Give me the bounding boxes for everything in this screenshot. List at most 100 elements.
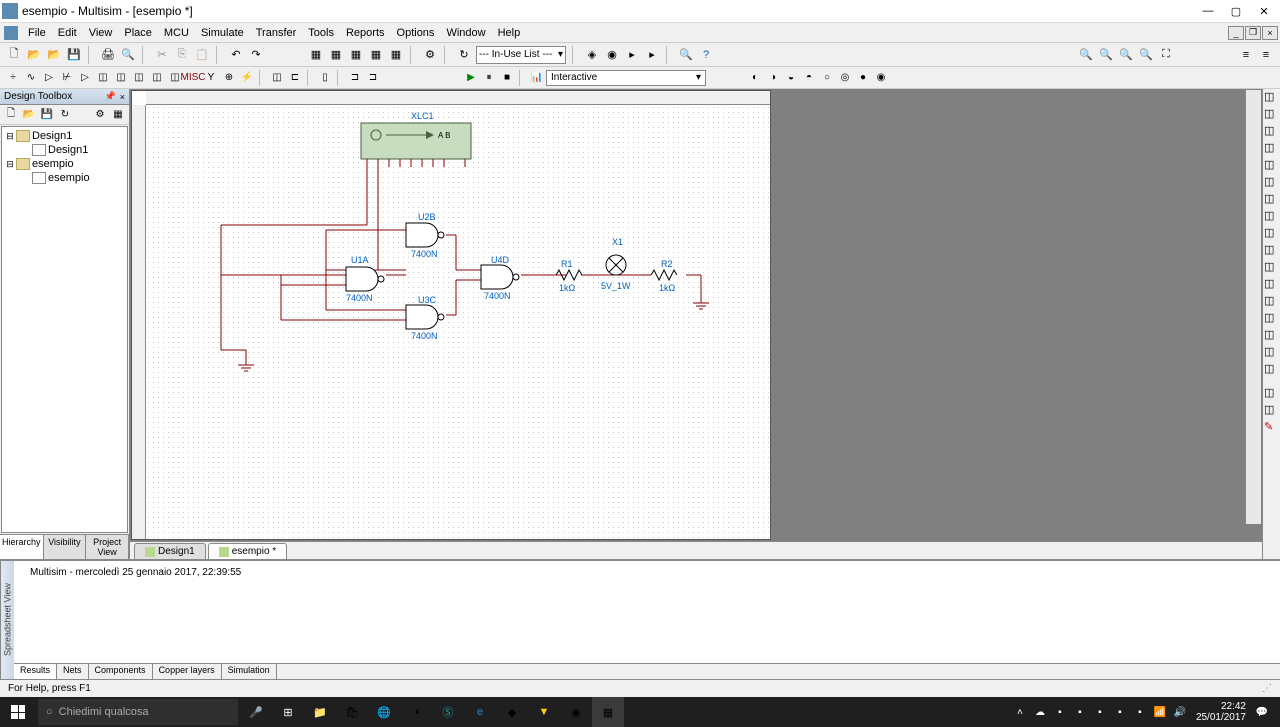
- comp-transistor[interactable]: ⊬: [59, 70, 75, 86]
- sim-t1[interactable]: ◐: [747, 70, 763, 86]
- schematic-canvas[interactable]: XLC1 A B: [146, 105, 770, 539]
- new-button[interactable]: 🗋: [5, 46, 23, 64]
- inst-funcgen[interactable]: ◫: [1264, 107, 1280, 123]
- sstab-components[interactable]: Components: [89, 664, 153, 679]
- canvas-scroll[interactable]: XLC1 A B: [130, 89, 1262, 541]
- inst-wattmeter[interactable]: ◫: [1264, 124, 1280, 140]
- grid2-button[interactable]: ▦: [327, 46, 345, 64]
- tab-visibility[interactable]: Visibility: [44, 535, 87, 559]
- inst-iv[interactable]: ◫: [1264, 260, 1280, 276]
- menu-view[interactable]: View: [83, 25, 119, 41]
- paste-button[interactable]: 📋: [193, 46, 211, 64]
- tb-store[interactable]: 🛍: [336, 697, 368, 727]
- menu-simulate[interactable]: Simulate: [195, 25, 250, 41]
- sstab-copper[interactable]: Copper layers: [153, 664, 222, 679]
- maximize-button[interactable]: ▢: [1222, 1, 1250, 21]
- inst-logic-analyzer[interactable]: ◫: [1264, 226, 1280, 242]
- sim-t8[interactable]: ◉: [873, 70, 889, 86]
- tray-cloud-icon[interactable]: ☁: [1031, 703, 1049, 721]
- toolbox-pin-icon[interactable]: 📌: [105, 91, 116, 102]
- run-button[interactable]: ▶: [463, 70, 479, 86]
- inst-network[interactable]: ◫: [1264, 311, 1280, 327]
- in-use-list-dropdown[interactable]: --- In-Use List ---▾: [476, 46, 566, 64]
- taskbar-search[interactable]: ○ Chiedimi qualcosa: [38, 699, 238, 725]
- grid3-button[interactable]: ▦: [347, 46, 365, 64]
- tab-project-view[interactable]: Project View: [86, 535, 129, 559]
- tb-new[interactable]: 🗋: [3, 107, 19, 123]
- spreadsheet-sidebar[interactable]: Spreadsheet View: [0, 561, 14, 679]
- junction-button[interactable]: ⊐: [365, 70, 381, 86]
- u1a-gate[interactable]: [346, 267, 378, 291]
- toolbox-close-icon[interactable]: ×: [120, 92, 125, 102]
- redo-button[interactable]: ↷: [247, 46, 265, 64]
- xlc1-body[interactable]: [361, 123, 471, 159]
- sim-mode-dropdown[interactable]: Interactive▾: [546, 70, 706, 86]
- grid5-button[interactable]: ▦: [387, 46, 405, 64]
- sstab-nets[interactable]: Nets: [57, 664, 89, 679]
- menu-transfer[interactable]: Transfer: [250, 25, 303, 41]
- undo-button[interactable]: ↶: [227, 46, 245, 64]
- comp-mcu[interactable]: ▯: [317, 70, 333, 86]
- grid-button[interactable]: ▦: [307, 46, 325, 64]
- open-button[interactable]: 📂: [25, 46, 43, 64]
- tb-prop[interactable]: ⚙: [92, 107, 108, 123]
- start-button[interactable]: [0, 697, 36, 727]
- u4d-gate[interactable]: [481, 265, 513, 289]
- tab-esempio[interactable]: esempio *: [208, 543, 287, 559]
- taskbar-mic-icon[interactable]: 🎤: [240, 697, 272, 727]
- inst-logic-conv[interactable]: ◫: [1264, 243, 1280, 259]
- comp-ni[interactable]: ◫: [269, 70, 285, 86]
- list2-button[interactable]: ≡: [1257, 46, 1275, 64]
- comp-basic[interactable]: ∿: [23, 70, 39, 86]
- u2b-gate[interactable]: [406, 223, 438, 247]
- inst-wordgen[interactable]: ◫: [1264, 209, 1280, 225]
- menu-mcu[interactable]: MCU: [158, 25, 195, 41]
- inst-agilent1[interactable]: ◫: [1264, 328, 1280, 344]
- open2-button[interactable]: 📂: [45, 46, 63, 64]
- resize-grip[interactable]: ⋰: [1232, 683, 1272, 694]
- zoom-find-button[interactable]: 🔍: [677, 46, 695, 64]
- comp-diode[interactable]: ▷: [41, 70, 57, 86]
- sstab-simulation[interactable]: Simulation: [222, 664, 277, 679]
- comp-mixed[interactable]: ◫: [149, 70, 165, 86]
- comp-conn[interactable]: ⊏: [287, 70, 303, 86]
- mdi-minimize[interactable]: _: [1228, 26, 1244, 40]
- tab-hierarchy[interactable]: Hierarchy: [0, 535, 44, 559]
- cut-button[interactable]: ✂: [153, 46, 171, 64]
- tray-network-icon[interactable]: 📶: [1151, 703, 1169, 721]
- tb-multisim[interactable]: ▦: [592, 697, 624, 727]
- stop-button[interactable]: ■: [499, 70, 515, 86]
- menu-reports[interactable]: Reports: [340, 25, 391, 41]
- tree-child-design1[interactable]: Design1: [4, 143, 125, 157]
- tb-prop2[interactable]: ▦: [110, 107, 126, 123]
- sim-t4[interactable]: ◓: [801, 70, 817, 86]
- tray-i5[interactable]: ▪: [1131, 703, 1149, 721]
- schematic-pane[interactable]: XLC1 A B: [131, 90, 771, 540]
- interactive-icon[interactable]: 📊: [529, 70, 545, 86]
- comp-misc[interactable]: ◫: [131, 70, 147, 86]
- comp-em[interactable]: ⊕: [221, 70, 237, 86]
- inst-probe[interactable]: ✎: [1264, 420, 1280, 436]
- mdi-restore[interactable]: ❐: [1245, 26, 1261, 40]
- r2-body[interactable]: [651, 270, 677, 280]
- inst-multimeter[interactable]: ◫: [1264, 90, 1280, 106]
- sim-t5[interactable]: ○: [819, 70, 835, 86]
- tray-i4[interactable]: ▪: [1111, 703, 1129, 721]
- inst-4ch[interactable]: ◫: [1264, 158, 1280, 174]
- tb-save[interactable]: 💾: [39, 107, 55, 123]
- inst-tek[interactable]: ◫: [1264, 362, 1280, 378]
- tool-c[interactable]: ▸: [623, 46, 641, 64]
- menu-file[interactable]: File: [22, 25, 52, 41]
- tb-chrome[interactable]: 🌐: [368, 697, 400, 727]
- tray-notifications-icon[interactable]: 💬: [1253, 703, 1271, 721]
- comp-analog[interactable]: ▷: [77, 70, 93, 86]
- help-button[interactable]: ?: [697, 46, 715, 64]
- menu-window[interactable]: Window: [440, 25, 491, 41]
- tray-i1[interactable]: ▪: [1051, 703, 1069, 721]
- inst-elvis[interactable]: ◫: [1264, 403, 1280, 419]
- inst-labview[interactable]: ◫: [1264, 386, 1280, 402]
- refresh-button[interactable]: ↻: [455, 46, 473, 64]
- sim-t7[interactable]: ●: [855, 70, 871, 86]
- tray-volume-icon[interactable]: 🔊: [1171, 703, 1189, 721]
- tool-b[interactable]: ◉: [603, 46, 621, 64]
